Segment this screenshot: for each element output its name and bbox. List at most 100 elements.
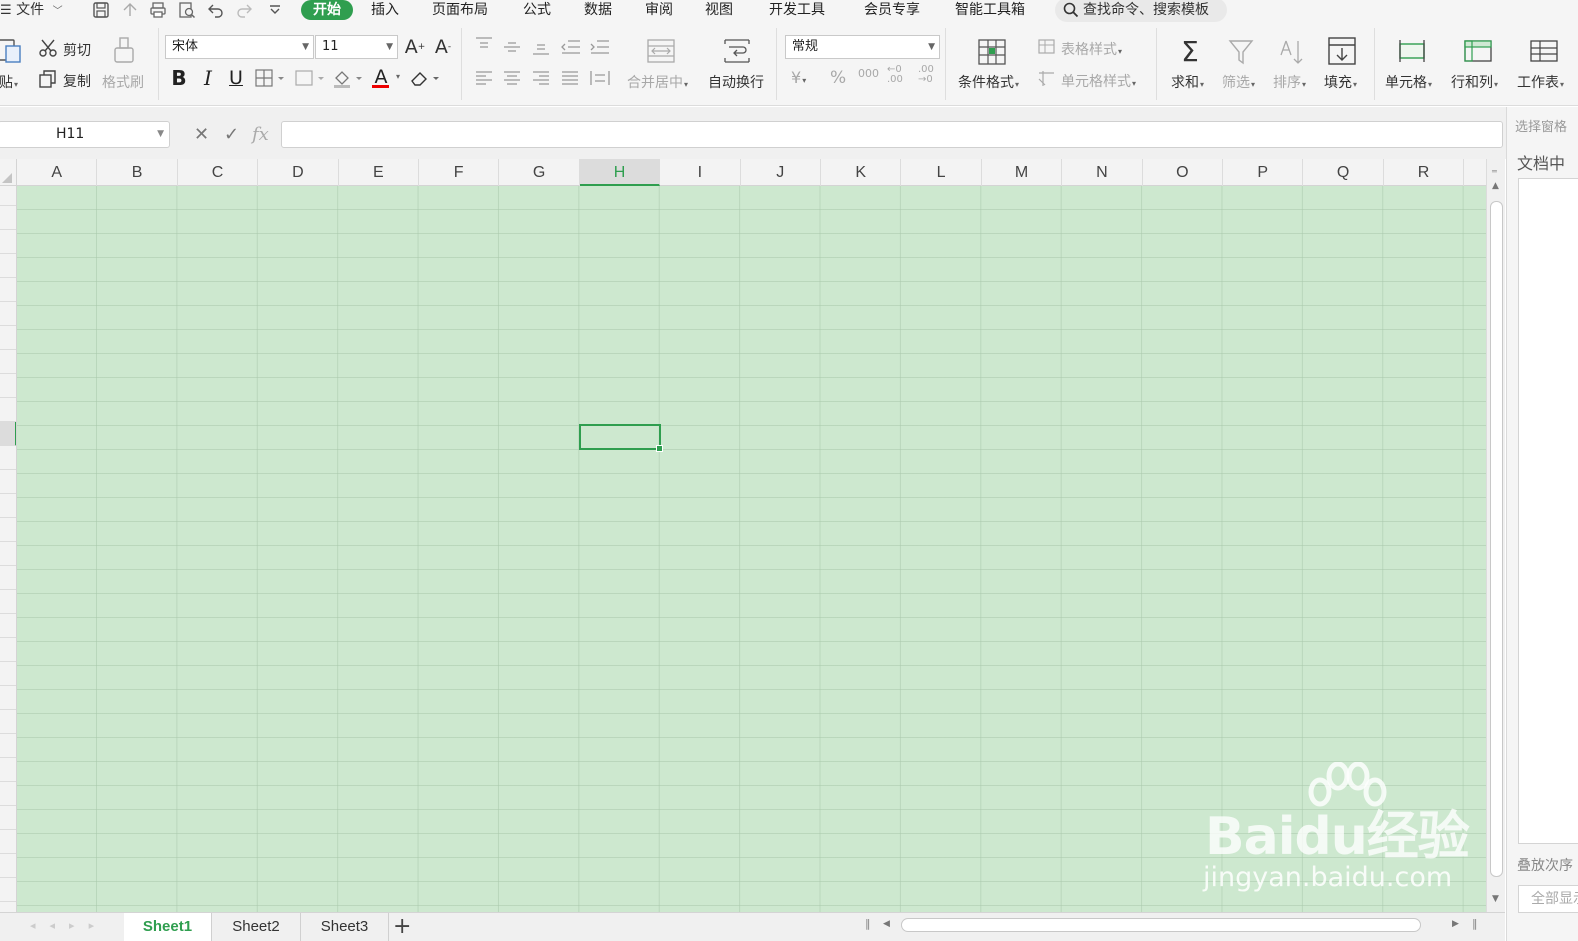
row-header[interactable]: 0 [0, 638, 16, 662]
row-header[interactable] [0, 302, 16, 326]
bold-button[interactable]: B [170, 66, 188, 90]
increase-indent-icon[interactable] [589, 38, 611, 56]
conditional-format-button[interactable]: 条件格式▾ [958, 72, 1019, 92]
row-col-icon[interactable] [1462, 38, 1494, 64]
row-header[interactable] [0, 230, 16, 254]
sort-button[interactable]: 排序▾ [1273, 72, 1306, 92]
align-right-icon[interactable] [531, 70, 551, 86]
distributed-align-icon[interactable] [589, 69, 611, 87]
row-header[interactable]: 3 [0, 710, 16, 734]
filter-button[interactable]: 筛选▾ [1222, 72, 1255, 92]
scroll-left-icon[interactable]: ◀ [883, 919, 890, 929]
tab-formulas[interactable]: 公式 [523, 0, 551, 20]
table-style-button[interactable]: 表格样式▾ [1061, 39, 1122, 59]
row-header[interactable]: 9 [0, 854, 16, 878]
clear-format-icon[interactable] [409, 68, 441, 88]
column-header-i[interactable]: I [660, 159, 741, 186]
align-top-icon[interactable] [474, 36, 494, 52]
scroll-down-icon[interactable]: ▼ [1492, 894, 1499, 904]
align-bottom-icon[interactable] [531, 40, 551, 56]
currency-button[interactable]: ¥▾ [791, 68, 806, 87]
column-header-h[interactable]: H [579, 159, 661, 186]
row-header[interactable]: 2 [0, 686, 16, 710]
paste-icon[interactable] [0, 36, 22, 64]
conditional-format-icon[interactable] [977, 38, 1007, 66]
fill-color-icon[interactable] [332, 68, 364, 88]
row-col-button[interactable]: 行和列▾ [1451, 72, 1498, 92]
confirm-icon[interactable]: ✓ [224, 124, 239, 145]
tab-home[interactable]: 开始 [301, 0, 353, 20]
align-left-icon[interactable] [474, 70, 494, 86]
column-header-n[interactable]: N [1062, 159, 1143, 186]
undo-icon[interactable] [207, 1, 225, 19]
row-header[interactable] [0, 350, 16, 374]
sheet-tab-sheet3[interactable]: Sheet3 [301, 913, 389, 941]
fill-icon[interactable] [1327, 36, 1357, 66]
row-header[interactable]: 8 [0, 830, 16, 854]
sheet-nav-icon[interactable]: ◂◂▸▸ [30, 919, 108, 932]
select-all-corner[interactable] [0, 159, 17, 186]
cut-button[interactable]: 剪切 [63, 40, 91, 60]
horizontal-scroll-thumb[interactable] [901, 918, 1421, 932]
worksheet-button[interactable]: 工作表▾ [1517, 72, 1564, 92]
column-header-c[interactable]: C [178, 159, 259, 186]
export-icon[interactable] [121, 1, 139, 19]
align-center-icon[interactable] [502, 70, 522, 86]
column-header-l[interactable]: L [901, 159, 982, 186]
worksheet-icon[interactable] [1528, 38, 1560, 64]
cell-style-brush-icon[interactable] [294, 68, 326, 88]
add-sheet-button[interactable]: + [393, 915, 411, 939]
row-header[interactable]: 5 [0, 518, 16, 542]
column-header-f[interactable]: F [419, 159, 500, 186]
percent-button[interactable]: % [830, 68, 846, 88]
align-middle-icon[interactable] [502, 39, 522, 55]
wrap-text-icon[interactable] [722, 37, 752, 65]
tab-developer[interactable]: 开发工具 [769, 0, 825, 20]
column-header-m[interactable]: M [982, 159, 1063, 186]
column-header-k[interactable]: K [821, 159, 902, 186]
copy-icon[interactable] [38, 69, 58, 89]
row-header[interactable]: 0 [0, 878, 16, 902]
sort-icon[interactable] [1278, 37, 1306, 67]
column-header-j[interactable]: J [741, 159, 821, 186]
column-header-b[interactable]: B [97, 159, 178, 186]
sum-icon[interactable]: Σ [1176, 35, 1204, 68]
sheet-tab-sheet1[interactable]: Sheet1 [124, 913, 212, 941]
column-header-a[interactable]: A [17, 159, 98, 186]
row-header[interactable]: 1 [0, 422, 16, 446]
split-handle-icon[interactable]: ‖ [1472, 917, 1478, 930]
increase-decimal-button[interactable]: ←0.00 [887, 65, 903, 85]
column-header-p[interactable]: P [1223, 159, 1304, 186]
borders-icon[interactable] [254, 68, 286, 88]
tab-page-layout[interactable]: 页面布局 [432, 0, 488, 20]
tab-smart-toolbox[interactable]: 智能工具箱 [955, 0, 1025, 20]
file-menu[interactable]: ☰ 文件 ﹀ [0, 0, 63, 20]
tab-review[interactable]: 审阅 [645, 0, 673, 20]
underline-button[interactable]: U [226, 67, 246, 89]
row-header[interactable] [0, 374, 16, 398]
scissors-icon[interactable] [38, 38, 58, 58]
row-header[interactable]: 7 [0, 806, 16, 830]
cell-style-icon[interactable] [1037, 69, 1057, 87]
column-header-d[interactable]: D [258, 159, 339, 186]
decrease-indent-icon[interactable] [560, 38, 582, 56]
scroll-up-icon[interactable]: ▲ [1492, 181, 1499, 191]
fill-button[interactable]: 填充▾ [1324, 72, 1357, 92]
row-header[interactable] [0, 186, 16, 206]
italic-button[interactable]: I [199, 66, 217, 90]
row-header[interactable]: 1 [0, 662, 16, 686]
row-header[interactable]: 4 [0, 494, 16, 518]
row-header[interactable]: 6 [0, 542, 16, 566]
format-painter-button[interactable]: 格式刷 [102, 72, 144, 92]
row-header[interactable]: 6 [0, 782, 16, 806]
object-list[interactable] [1518, 178, 1578, 844]
show-all-button[interactable]: 全部显示 [1518, 885, 1578, 913]
cell-grid[interactable] [17, 186, 1486, 912]
save-icon[interactable] [92, 1, 110, 19]
row-header[interactable] [0, 278, 16, 302]
decrease-font-icon[interactable]: A- [432, 36, 454, 58]
decrease-decimal-button[interactable]: .00 →0 [918, 65, 934, 85]
font-color-button[interactable]: A ▾ [370, 66, 402, 88]
redo-icon[interactable] [235, 1, 253, 19]
insert-function-button[interactable]: fx [252, 124, 269, 145]
